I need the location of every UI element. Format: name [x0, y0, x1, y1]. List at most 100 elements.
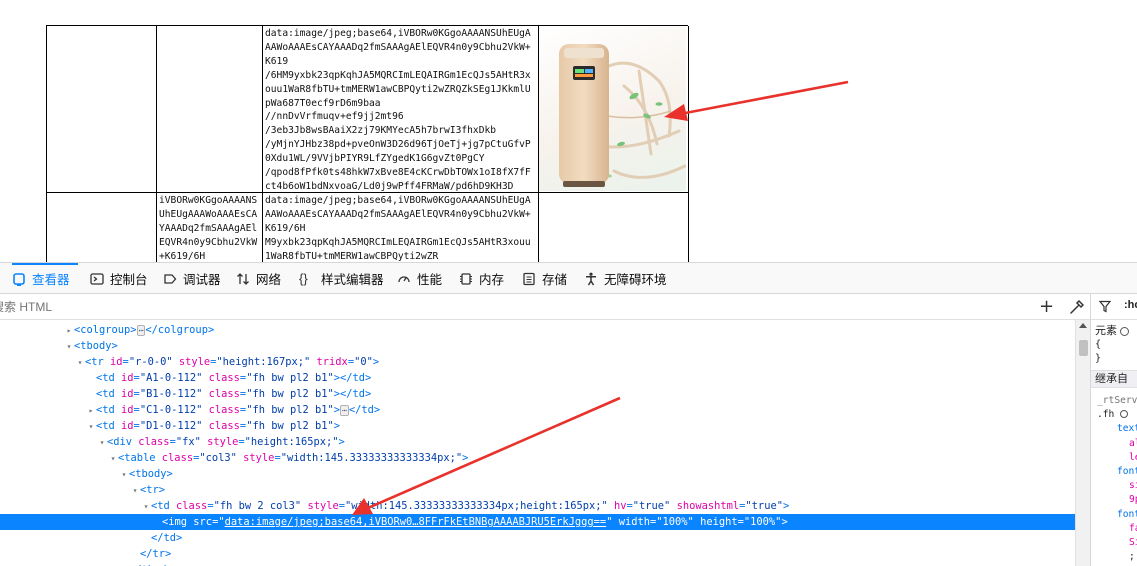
cell-a2[interactable] — [47, 193, 157, 262]
accessibility-icon — [584, 272, 598, 286]
markup-scrollbar[interactable] — [1075, 320, 1090, 566]
collapse-twisty-icon[interactable]: ▾ — [141, 499, 151, 515]
markup-node[interactable]: ▾ <tr id="r-0-0" style="height:167px;" tr… — [0, 354, 1075, 370]
attr-name: tridx — [316, 356, 348, 368]
tag-text: <tr> — [140, 484, 166, 496]
tag-text: <img — [162, 516, 194, 528]
brace-close: } — [1095, 353, 1102, 364]
search-html-input[interactable] — [0, 297, 592, 317]
scrollbar-thumb[interactable] — [1079, 340, 1088, 356]
attr-value: "fh bw pl2 b1" — [246, 372, 334, 384]
tag-text: ></td> — [333, 372, 372, 384]
markup-node[interactable]: ▾ <td id="D1-0-112" class="fh bw pl2 b1"> — [0, 418, 1075, 434]
collapsed-content-badge[interactable]: ⋯ — [340, 404, 349, 416]
attr-value: "100%" — [743, 516, 782, 528]
attr-name: height — [700, 516, 738, 528]
markup-node[interactable]: ▾ <tbody> — [0, 466, 1075, 482]
tag-text: > — [782, 500, 790, 512]
markup-node[interactable]: ▾ <table class="col3" style="width:145.33… — [0, 450, 1075, 466]
attr-value: "col3" — [199, 452, 237, 464]
cell-b1[interactable] — [157, 26, 263, 193]
collapse-twisty-icon[interactable]: ▾ — [86, 419, 96, 435]
markup-node[interactable]: </tr> — [0, 546, 1075, 562]
markup-node[interactable]: <td id="A1-0-112" class="fh bw pl2 b1"><… — [0, 370, 1075, 386]
hov-toggle[interactable]: :ho — [1124, 299, 1137, 311]
gear-icon[interactable] — [1120, 410, 1129, 419]
markup-node[interactable]: ▾ <tbody> — [0, 338, 1075, 354]
prop-name: text — [1117, 423, 1137, 435]
markup-node[interactable]: ▸ <td id="C1-0-112" class="fh bw pl2 b1">… — [0, 402, 1075, 418]
attr-value: "fh bw pl2 b1" — [246, 404, 334, 416]
tag-text: </tr> — [140, 548, 172, 560]
markup-node[interactable]: <td id="B1-0-112" class="fh bw pl2 b1"><… — [0, 386, 1075, 402]
expand-twisty-icon[interactable]: ▸ — [86, 403, 96, 419]
prop-name: font — [1117, 508, 1137, 520]
attr-name: width — [618, 516, 651, 528]
tab-storage[interactable]: 存储 — [522, 263, 578, 294]
markup-node[interactable]: ▾ <div class="fx" style="height:165px;"> — [0, 434, 1075, 450]
attr-value: "true" — [632, 500, 671, 512]
gear-icon[interactable] — [1120, 326, 1130, 336]
markup-node[interactable]: </tbody> — [0, 562, 1075, 566]
attr-name: hv — [614, 500, 627, 512]
cell-c2[interactable]: data:image/jpeg;base64,iVBORw0KGgoAAAANS… — [263, 193, 539, 262]
inherited-selector: _rtServ — [1097, 395, 1137, 406]
markup-node[interactable]: ▸ <colgroup> ⋯ </colgroup> — [0, 322, 1075, 338]
markup-view[interactable]: ▸ <colgroup> ⋯ </colgroup> ▾ <tbody> ▾ <tr id="… — [0, 320, 1075, 566]
scroll-up-icon[interactable] — [1079, 323, 1087, 328]
markup-node[interactable]: </td> — [0, 530, 1075, 546]
storage-icon — [522, 272, 536, 286]
collapse-twisty-icon[interactable]: ▾ — [64, 339, 74, 355]
eyedropper-icon[interactable] — [1068, 298, 1085, 316]
tab-label: 调试器 — [183, 273, 221, 287]
style-editor-icon: {} — [299, 270, 308, 286]
tab-label: 无障碍环境 — [604, 273, 667, 287]
tag-text: <colgroup> — [74, 324, 137, 336]
tab-label: 内存 — [479, 273, 505, 287]
plus-icon[interactable]: + — [1039, 297, 1054, 317]
tab-label: 样式编辑器 — [321, 273, 384, 287]
attr-value: "fx" — [175, 436, 201, 448]
tab-performance[interactable]: 性能 — [397, 263, 453, 294]
tag-text: <td — [96, 404, 122, 416]
attr-name: class — [208, 420, 240, 432]
attr-name: class — [208, 388, 240, 400]
tab-memory[interactable]: 内存 — [459, 263, 515, 294]
collapse-twisty-icon[interactable]: ▾ — [130, 483, 140, 499]
collapse-twisty-icon[interactable]: ▾ — [119, 467, 129, 483]
air-purifier-image — [559, 44, 686, 187]
expand-twisty-icon[interactable]: ▸ — [64, 323, 74, 339]
cell-d1[interactable] — [539, 26, 689, 193]
collapse-twisty-icon[interactable]: ▾ — [97, 435, 107, 451]
filter-icon[interactable] — [1098, 300, 1112, 316]
attr-name: class — [176, 500, 208, 512]
tab-inspector[interactable]: 查看器 — [12, 263, 78, 294]
tab-accessibility[interactable]: 无障碍环境 — [584, 263, 674, 294]
attr-name: style — [178, 356, 211, 368]
cell-b2[interactable]: iVBORw0KGgoAAAANSUhEUgAAAWoAAAEsCAYAAADq… — [157, 193, 263, 262]
attr-value: "true" — [745, 500, 783, 512]
tab-debugger[interactable]: 调试器 — [163, 263, 229, 294]
cell-c1-text: data:image/jpeg;base64,iVBORw0KGgoAAAANS… — [265, 28, 531, 192]
attr-value-link[interactable]: data:image/jpeg;base64,iVBORw0…8FFrFkEtB… — [225, 516, 607, 528]
attr-value: "fh bw pl2 b1" — [246, 388, 334, 400]
tag-text: </td> — [348, 404, 381, 416]
console-icon — [90, 272, 104, 286]
tag-text: <td — [96, 372, 122, 384]
attr-name: style — [243, 452, 275, 464]
brace-open: { — [1095, 339, 1102, 350]
markup-node[interactable]: ▾ <tr> — [0, 482, 1075, 498]
tab-network[interactable]: 网络 — [236, 263, 292, 294]
attr-value: "A1-0-112" — [139, 372, 203, 384]
cell-a1[interactable] — [47, 26, 157, 193]
tab-console[interactable]: 控制台 — [90, 263, 156, 294]
cell-c1[interactable]: data:image/jpeg;base64,iVBORw0KGgoAAAANS… — [263, 26, 539, 193]
prop-value: 9p — [1129, 494, 1137, 506]
collapse-twisty-icon[interactable]: ▾ — [108, 451, 118, 467]
collapse-twisty-icon[interactable]: ▾ — [75, 355, 85, 371]
attr-name: showashtml — [676, 500, 740, 512]
markup-node[interactable]: ▾ <td class="fh bw 2 col3" style="width:1… — [0, 498, 1075, 514]
tab-style-editor[interactable]: {} 样式编辑器 — [299, 263, 387, 294]
markup-node-selected[interactable]: <img src="data:image/jpeg;base64,iVBORw0… — [0, 514, 1075, 530]
cell-d2[interactable] — [539, 193, 689, 262]
